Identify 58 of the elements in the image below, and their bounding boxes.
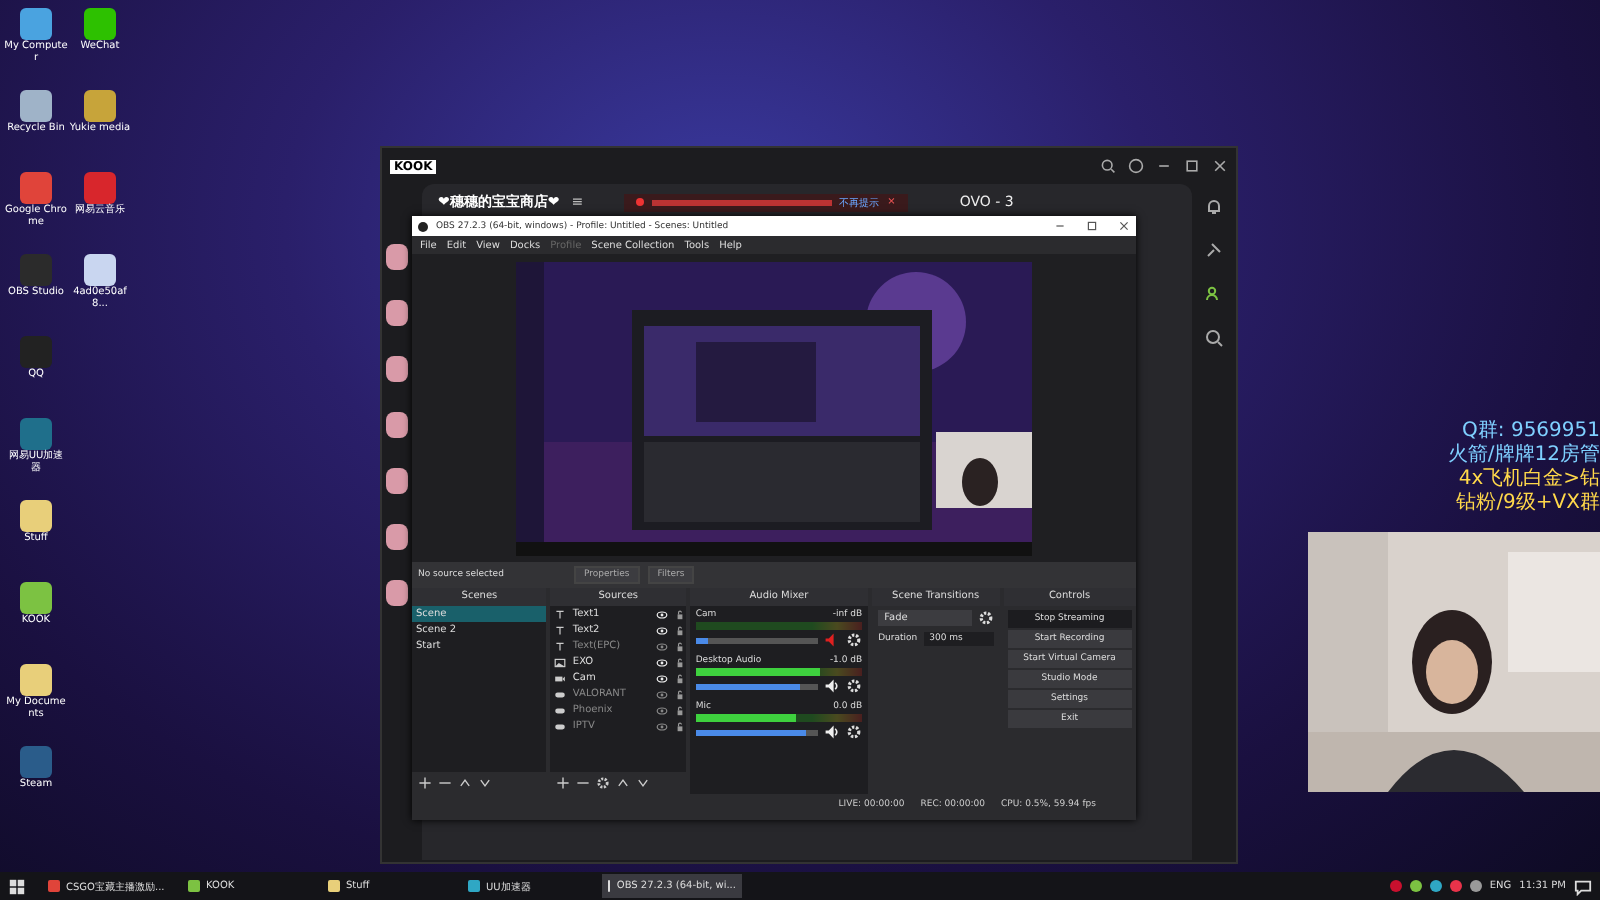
overlay-text: 火箭/牌牌12房管 (1447, 444, 1600, 466)
up-icon[interactable] (458, 776, 472, 790)
app-icon[interactable] (20, 8, 52, 40)
up-icon[interactable] (616, 776, 631, 790)
maximize-icon[interactable] (1086, 220, 1098, 232)
lock-icon[interactable] (673, 609, 686, 619)
camera-icon (554, 673, 567, 683)
add-icon[interactable] (556, 776, 571, 790)
volume-slider[interactable] (695, 729, 819, 735)
minimize-icon[interactable] (1054, 220, 1066, 232)
text-icon (554, 641, 567, 651)
app-icon[interactable] (84, 254, 116, 286)
search-icon[interactable] (1204, 328, 1224, 348)
alert-icon (635, 198, 644, 206)
remove-icon[interactable] (438, 776, 452, 790)
overlay-text: 钻粉/9级+VX群 (1456, 492, 1600, 514)
app-icon[interactable] (84, 90, 116, 122)
app-icon[interactable] (84, 8, 116, 40)
close-icon[interactable] (1118, 220, 1130, 232)
settings-icon[interactable] (846, 678, 863, 694)
windows-start-icon[interactable] (8, 877, 26, 895)
notification-icon[interactable] (1574, 877, 1592, 895)
text-icon (554, 609, 567, 619)
text-icon (554, 625, 567, 635)
app-icon[interactable] (20, 500, 52, 532)
volume-slider[interactable] (695, 683, 819, 689)
overlay-text: Q群: 9569951 (1462, 420, 1600, 442)
obs-logo-icon (418, 221, 428, 231)
server-avatar-icon[interactable] (386, 300, 408, 326)
speaker-icon[interactable] (824, 724, 841, 740)
remove-icon[interactable] (576, 776, 591, 790)
bell-icon[interactable] (1204, 196, 1224, 216)
server-avatar-icon[interactable] (386, 524, 408, 550)
speaker-icon[interactable] (824, 678, 841, 694)
add-icon[interactable] (418, 776, 432, 790)
down-icon[interactable] (478, 776, 492, 790)
server-avatar-icon[interactable] (386, 244, 408, 270)
close-icon[interactable] (1212, 158, 1228, 174)
down-icon[interactable] (636, 776, 651, 790)
settings-icon[interactable] (846, 632, 863, 648)
settings-icon[interactable] (846, 724, 863, 740)
app-icon[interactable] (20, 582, 52, 614)
server-avatar-icon[interactable] (386, 580, 408, 606)
app-icon[interactable] (20, 90, 52, 122)
server-avatar-icon[interactable] (386, 412, 408, 438)
settings-icon[interactable] (977, 610, 994, 626)
volume-slider[interactable] (695, 637, 819, 643)
app-icon[interactable] (20, 664, 52, 696)
settings-icon[interactable] (596, 776, 611, 790)
image-icon (554, 657, 567, 667)
users-icon[interactable] (1204, 284, 1224, 304)
server-avatar-icon[interactable] (386, 356, 408, 382)
overlay-text: 4x飞机白金>钻 (1458, 468, 1600, 490)
maximize-icon[interactable] (1184, 158, 1200, 174)
pin-icon[interactable] (1204, 240, 1224, 260)
help-icon[interactable] (1128, 158, 1144, 174)
search-icon[interactable] (1100, 158, 1116, 174)
server-avatar-icon[interactable] (386, 468, 408, 494)
